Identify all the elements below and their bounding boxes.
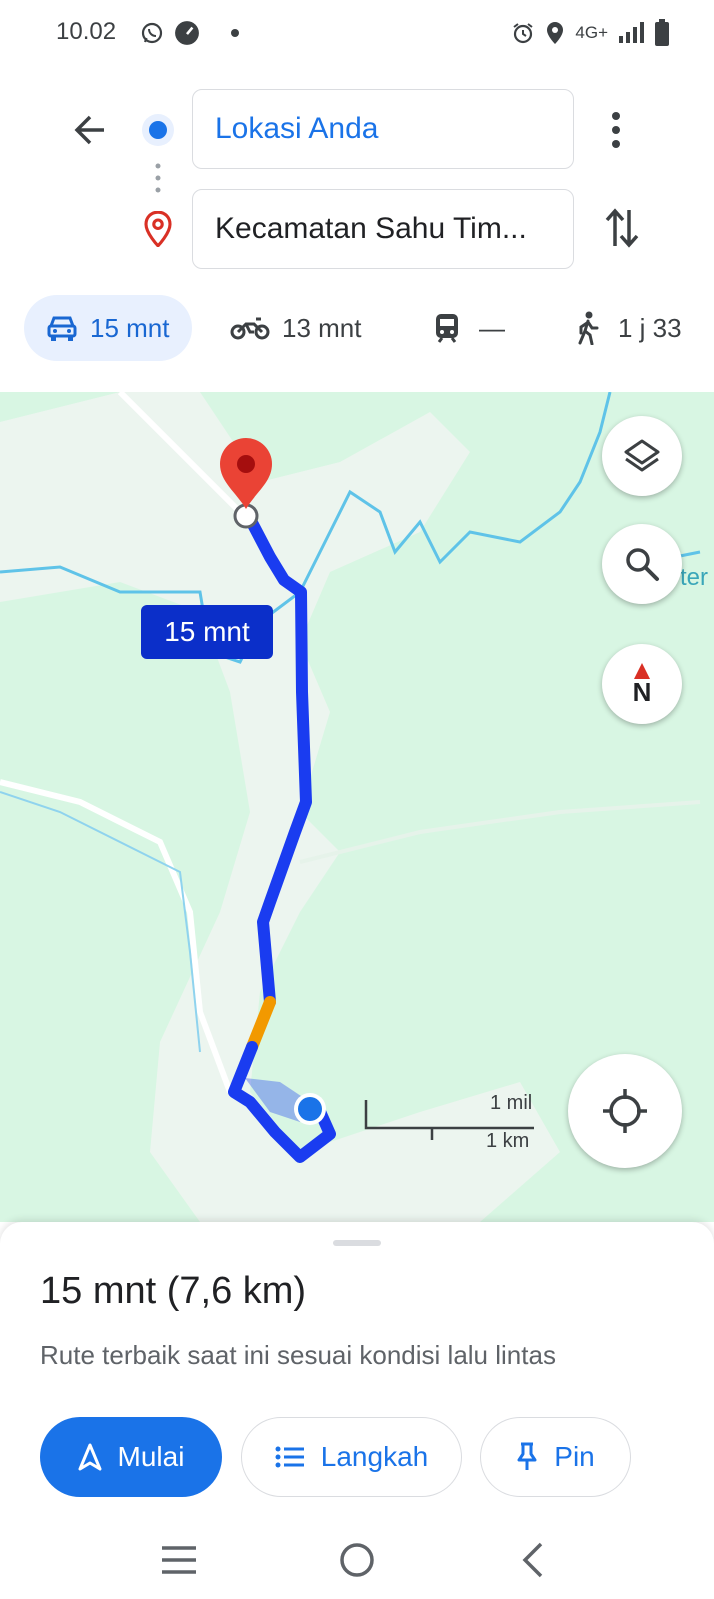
pin-label: Pin — [554, 1441, 595, 1472]
swap-route-icon[interactable] — [604, 206, 640, 250]
my-location-button[interactable] — [568, 1054, 682, 1168]
battery-icon — [655, 19, 669, 46]
location-icon — [547, 22, 564, 44]
search-icon — [626, 548, 659, 581]
route-summary-subtitle: Rute terbaik saat ini sesuai kondisi lal… — [40, 1340, 556, 1370]
route-connector-dots — [155, 163, 161, 193]
sheet-drag-handle[interactable] — [333, 1240, 381, 1246]
layers-button[interactable] — [602, 416, 682, 496]
mode-walk-label: 1 j 33 — [618, 312, 682, 343]
back-arrow-icon[interactable] — [70, 110, 110, 150]
compass-button[interactable]: N — [602, 644, 682, 724]
compass-label: N — [632, 677, 652, 707]
system-back-icon[interactable] — [520, 1541, 546, 1579]
system-navigation-bar — [0, 1527, 714, 1599]
crosshair-icon — [603, 1089, 647, 1133]
route-summary-title: 15 mnt (7,6 km) — [40, 1270, 307, 1312]
mode-car-tab[interactable]: 15 mnt — [24, 295, 192, 361]
pin-button[interactable]: Pin — [480, 1417, 631, 1497]
status-left-icons — [140, 20, 240, 46]
route-eta-label: 15 mnt — [141, 605, 273, 659]
whatsapp-icon — [141, 22, 163, 44]
mode-motorcycle-label: 13 mnt — [282, 312, 362, 343]
current-location-dot — [298, 1097, 322, 1121]
destination-pin-icon — [144, 211, 172, 247]
list-icon — [275, 1446, 304, 1468]
scale-miles: 1 mil — [490, 1092, 533, 1114]
start-label: Mulai — [117, 1441, 185, 1472]
origin-input[interactable]: Lokasi Anda — [192, 89, 574, 169]
status-time: 10.02 — [56, 18, 117, 45]
walking-icon — [578, 311, 599, 345]
dot-icon — [231, 29, 239, 37]
car-icon — [47, 316, 77, 341]
destination-input[interactable]: Kecamatan Sahu Tim... — [192, 189, 574, 269]
alarm-icon — [513, 23, 533, 44]
map-edge-label: ter — [680, 564, 709, 591]
train-icon — [436, 314, 458, 343]
network-4g-icon: 4G+ — [575, 23, 608, 42]
scale-kilometers: 1 km — [486, 1130, 530, 1152]
start-navigation-button[interactable]: Mulai — [40, 1417, 222, 1497]
status-right-icons: 4G+ — [511, 16, 670, 50]
mode-transit-tab[interactable]: — — [433, 295, 505, 361]
stream — [0, 791, 201, 1053]
destination-map-pin-center — [237, 455, 255, 473]
mode-motorcycle-tab[interactable]: 13 mnt — [230, 295, 362, 361]
signal-icon — [619, 22, 644, 43]
origin-dot-icon — [142, 114, 174, 146]
speedometer-icon — [175, 21, 199, 45]
home-icon[interactable] — [338, 1541, 376, 1579]
navigation-arrow-icon — [78, 1443, 102, 1471]
more-options-icon[interactable] — [610, 110, 622, 150]
road-line — [299, 800, 701, 864]
layers-icon — [624, 439, 660, 472]
recent-apps-icon[interactable] — [160, 1545, 198, 1575]
motorcycle-icon — [230, 317, 270, 340]
pushpin-icon — [517, 1442, 537, 1470]
map-view[interactable]: 15 mnt ter N 1 mil 1 km — [0, 392, 714, 1222]
mode-walk-tab[interactable]: 1 j 33 — [574, 295, 682, 361]
mode-transit-label: — — [479, 312, 505, 343]
mode-car-label: 15 mnt — [90, 312, 170, 343]
steps-label: Langkah — [320, 1441, 429, 1472]
search-button[interactable] — [602, 524, 682, 604]
steps-button[interactable]: Langkah — [241, 1417, 462, 1497]
